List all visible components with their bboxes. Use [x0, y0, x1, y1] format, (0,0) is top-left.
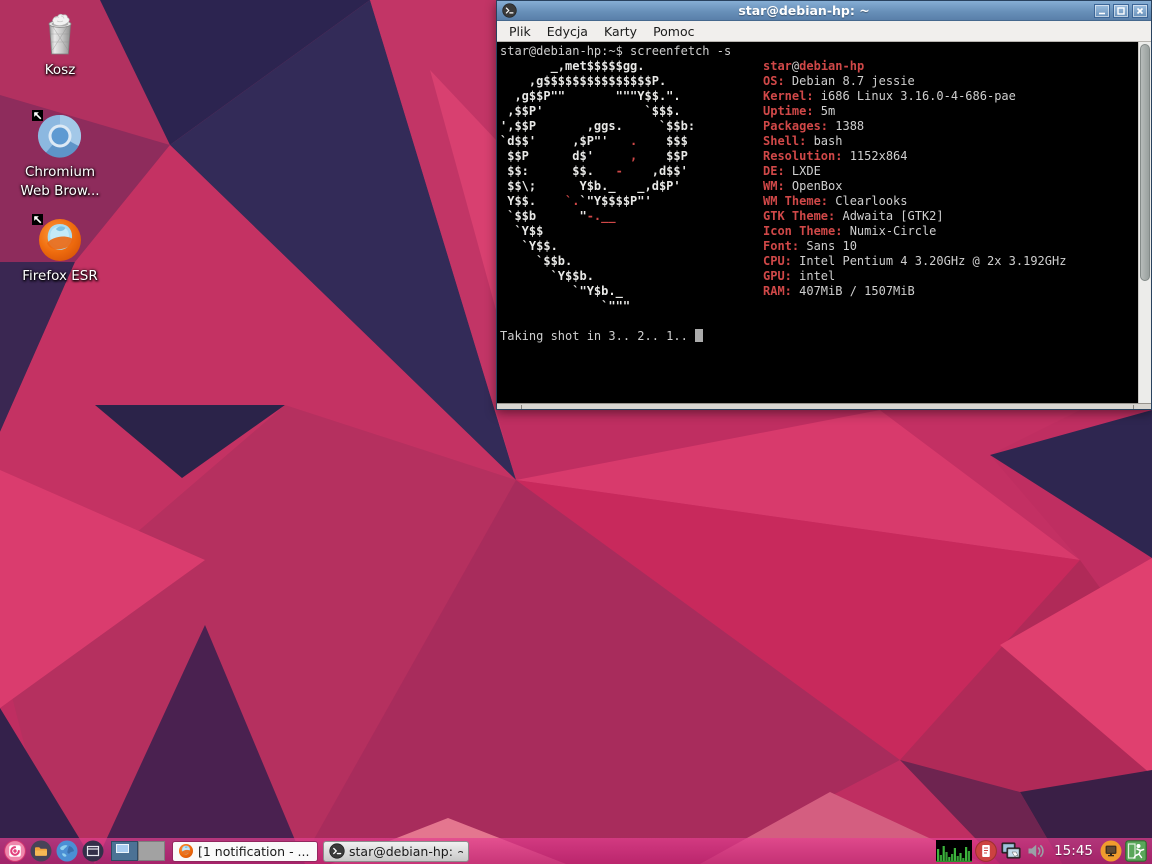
- desktop-root: Kosz Chromium Web Brow... Firefox ESR star…: [0, 0, 1152, 864]
- firefox-icon: [178, 843, 194, 859]
- task-button-area: [1 notification - ... star@debian-hp: ~: [172, 841, 469, 862]
- tray-display-settings-icon[interactable]: [1000, 840, 1022, 862]
- terminal-status-line: Taking shot in 3.. 2.. 1..: [500, 329, 703, 344]
- pager-desktop-2[interactable]: [138, 841, 165, 861]
- menu-karty[interactable]: Karty: [597, 22, 644, 41]
- terminal-screen[interactable]: star@debian-hp:~$ screenfetch -s _,met$$…: [497, 42, 1151, 403]
- terminal-icon: [502, 3, 517, 18]
- terminal-icon: [329, 843, 345, 859]
- system-tray: [936, 840, 1047, 862]
- menu-edycja[interactable]: Edycja: [540, 22, 595, 41]
- terminal-prompt-line: star@debian-hp:~$ screenfetch -s: [500, 44, 731, 59]
- menu-plik[interactable]: Plik: [502, 22, 538, 41]
- task-button-terminal[interactable]: star@debian-hp: ~: [323, 841, 469, 862]
- system-info-block: star@debian-hp OS: Debian 8.7 jessie Ker…: [763, 59, 1066, 299]
- menubar: PlikEdycjaKartyPomoc: [497, 21, 1151, 42]
- window-title: star@debian-hp: ~: [517, 3, 1091, 18]
- scrollbar-thumb[interactable]: [1140, 44, 1150, 281]
- task-button-firefox[interactable]: [1 notification - ...: [172, 841, 318, 862]
- chromium-icon: [36, 112, 84, 160]
- window-titlebar[interactable]: star@debian-hp: ~: [497, 1, 1151, 21]
- window-controls: [1091, 4, 1148, 18]
- launcher-show-desktop-icon[interactable]: [81, 839, 105, 863]
- tray-logout-icon[interactable]: [1125, 840, 1147, 862]
- firefox-icon: [36, 216, 84, 264]
- pager-desktop-1[interactable]: [111, 841, 138, 861]
- desktop-icon-label: Firefox ESR: [22, 267, 97, 286]
- tray-volume-icon[interactable]: [1025, 840, 1047, 862]
- web-browser-icon: [56, 840, 78, 862]
- launcher-web-browser-icon[interactable]: [55, 839, 79, 863]
- terminal-window: star@debian-hp: ~ PlikEdycjaKartyPomoc s…: [496, 0, 1152, 410]
- clock[interactable]: 15:45: [1054, 843, 1093, 859]
- terminal-cursor: [695, 329, 703, 342]
- minimize-button[interactable]: [1094, 4, 1110, 18]
- workspace-pager: [111, 841, 165, 861]
- taskbar: [1 notification - ... star@debian-hp: ~ 1…: [0, 838, 1152, 864]
- maximize-button[interactable]: [1113, 4, 1129, 18]
- desktop-icon-chromium[interactable]: Chromium Web Brow...: [10, 112, 110, 201]
- ascii-art-debian-logo: _,met$$$$$gg. ,g$$$$$$$$$$$$$$$P. ,g$$P"…: [500, 59, 695, 314]
- file-manager-icon: [30, 840, 52, 862]
- shortcut-badge-icon: [32, 110, 43, 121]
- menu-pomoc[interactable]: Pomoc: [646, 22, 701, 41]
- shortcut-badge-icon: [32, 214, 43, 225]
- tray-cpu-monitor-icon[interactable]: [936, 840, 972, 862]
- show-desktop-icon: [82, 840, 104, 862]
- trash-icon: [36, 10, 84, 58]
- launcher-area: [3, 839, 105, 863]
- launcher-menu-icon[interactable]: [3, 839, 27, 863]
- tray-session-monitor-icon[interactable]: [1100, 840, 1122, 862]
- launcher-file-manager-icon[interactable]: [29, 839, 53, 863]
- session-icon-area: [1100, 840, 1147, 862]
- task-label: [1 notification - ...: [198, 844, 309, 859]
- pager-window-preview: [116, 844, 129, 853]
- close-button[interactable]: [1132, 4, 1148, 18]
- terminal-scrollbar[interactable]: [1138, 42, 1151, 403]
- menu-icon: [4, 840, 26, 862]
- desktop-icon-trash[interactable]: Kosz: [10, 10, 110, 80]
- desktop-icon-label: Chromium Web Brow...: [14, 163, 106, 201]
- tray-clipboard-manager-icon[interactable]: [975, 840, 997, 862]
- window-resize-edge[interactable]: [497, 403, 1151, 409]
- desktop-icon-firefox[interactable]: Firefox ESR: [10, 216, 110, 286]
- task-label: star@debian-hp: ~: [349, 844, 463, 859]
- desktop-icon-label: Kosz: [45, 61, 76, 80]
- resize-grip: [1133, 405, 1134, 409]
- resize-grip: [521, 405, 522, 409]
